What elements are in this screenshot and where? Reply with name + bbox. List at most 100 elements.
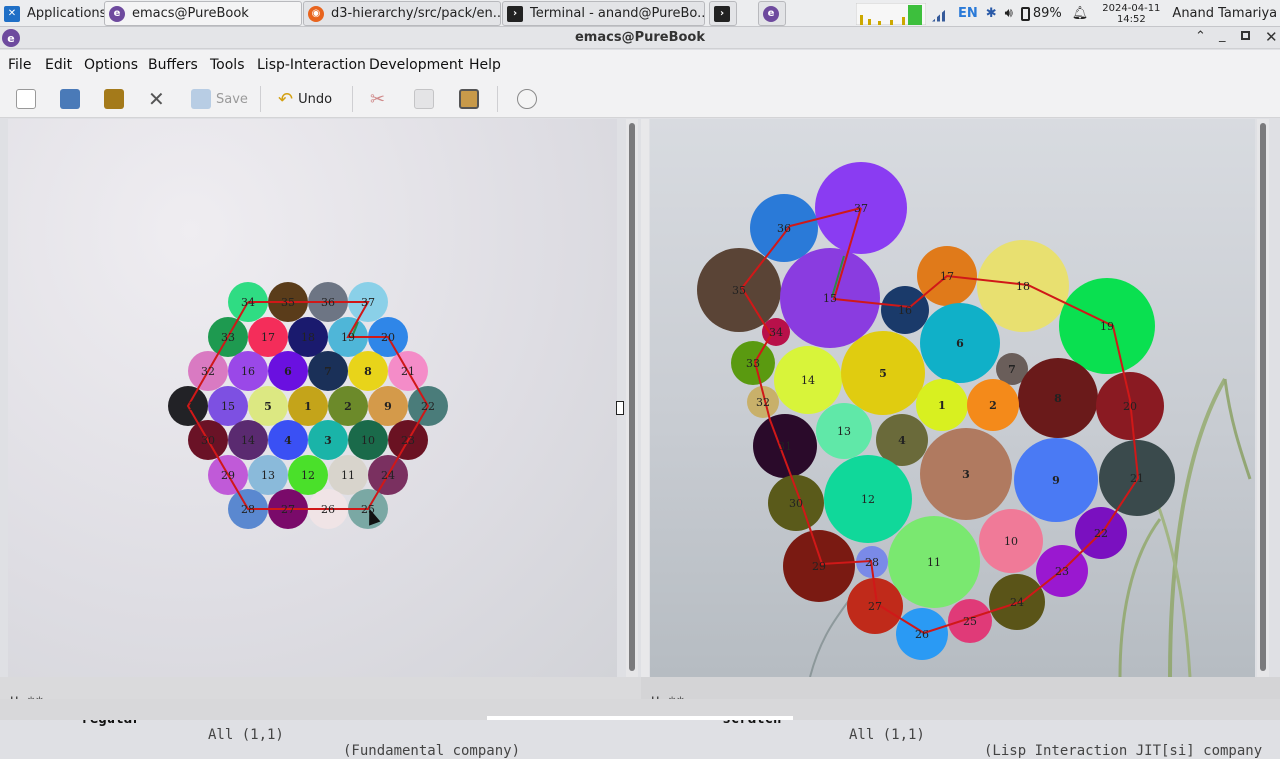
left-node-label: 14 [241, 434, 255, 447]
window-divider [641, 119, 649, 677]
right-node-label: 20 [1123, 400, 1137, 413]
dired-button[interactable] [104, 88, 129, 110]
left-node-label: 23 [401, 434, 415, 447]
user-name[interactable]: Anand Tamariya [1172, 6, 1277, 21]
right-node-label: 6 [956, 337, 964, 350]
left-window[interactable]: 34 35 36 37 33 17 18 19 20 32 16 6 7 8 21 31 15 5 1 2 9 22 30 1… [8, 119, 617, 677]
window-close-icon[interactable]: ✕ [1265, 28, 1278, 46]
left-node-label: 30 [201, 434, 215, 447]
task-label: Terminal - anand@PureBo... [530, 6, 705, 21]
right-modeline-modes[interactable]: (Lisp Interaction JIT[si] company [984, 743, 1262, 759]
battery-percent: 89% [1032, 6, 1062, 21]
right-node-label: 26 [915, 628, 929, 641]
left-node-label: 7 [324, 365, 332, 378]
right-node-label: 13 [837, 425, 851, 438]
right-node-label: 15 [823, 292, 837, 305]
directory-icon [104, 89, 124, 109]
left-node-label: 3 [324, 434, 332, 447]
left-node-label: 34 [241, 296, 255, 309]
applications-menu-button[interactable]: ✕ Applications [0, 1, 104, 26]
menu-options[interactable]: Options [84, 57, 138, 73]
paste-icon [459, 89, 479, 109]
save-icon [191, 89, 211, 109]
keyboard-layout[interactable]: EN [958, 6, 978, 21]
window-split-handle[interactable] [616, 401, 624, 415]
right-node-label: 2 [989, 399, 997, 412]
left-node-label: 17 [261, 331, 275, 344]
right-node-label: 16 [898, 304, 912, 317]
left-node-label: 31 [181, 400, 195, 413]
kill-buffer-button[interactable]: ✕ [148, 87, 165, 111]
open-file-button[interactable] [60, 88, 85, 110]
menu-development[interactable]: Development [369, 57, 463, 73]
save-label: Save [216, 91, 248, 107]
notification-bell-icon[interactable]: 🔔︎ [1072, 6, 1089, 21]
left-node-label: 33 [221, 331, 235, 344]
left-node-label: 24 [381, 469, 395, 482]
tool-bar: ✕ Save ↶ Undo ✂ [0, 80, 1280, 118]
left-node-label: 29 [221, 469, 235, 482]
right-scrollbar[interactable] [1257, 119, 1269, 677]
undo-button[interactable]: ↶ Undo [278, 88, 332, 110]
clock-date: 2024-04-11 [1102, 2, 1161, 14]
copy-button[interactable] [414, 88, 439, 110]
bluetooth-icon[interactable]: ✱ [986, 6, 997, 21]
echo-area[interactable] [0, 699, 1280, 720]
task-emacs[interactable]: e emacs@PureBook [104, 1, 302, 26]
left-node-label: 2 [344, 400, 352, 413]
left-node-label: 4 [284, 434, 292, 447]
right-node-label: 30 [789, 497, 803, 510]
right-node-label: 24 [1010, 596, 1024, 609]
left-node-label: 12 [301, 469, 315, 482]
new-file-button[interactable] [16, 88, 41, 110]
left-node-label: 13 [261, 469, 275, 482]
emacs-launcher-icon: e [763, 5, 779, 22]
save-button[interactable]: Save [191, 88, 248, 110]
left-scrollbar-thumb[interactable] [629, 123, 635, 671]
paste-button[interactable] [459, 88, 484, 110]
left-node-label: 21 [401, 365, 415, 378]
left-node-label: 32 [201, 365, 215, 378]
clock-time: 14:52 [1116, 13, 1146, 25]
left-node-label: 35 [281, 296, 295, 309]
right-scrollbar-thumb[interactable] [1260, 123, 1266, 671]
window-collapse-icon[interactable]: _ [1219, 28, 1226, 43]
search-button[interactable] [517, 88, 542, 110]
right-node-label: 8 [1054, 392, 1062, 405]
left-scrollbar[interactable] [626, 119, 638, 677]
left-node-label: 26 [321, 503, 335, 516]
left-mode-line[interactable]: U:**- *regular* All (1,1) (Fundamental c… [0, 677, 641, 759]
left-node-label: 9 [384, 400, 392, 413]
right-window[interactable]: 37 36 35 34 15 16 17 18 19 33 32 14 5 6 7 8 20 1 2 13 4 31 3 9 2… [650, 119, 1255, 677]
menu-edit[interactable]: Edit [45, 57, 72, 73]
right-node-label: 23 [1055, 565, 1069, 578]
left-node-label: 6 [284, 365, 292, 378]
menu-tools[interactable]: Tools [210, 57, 245, 73]
left-circle-pack: 34 35 36 3733 17 18 19 2032 16 6 7 8 2131 15 5 1 2 9 2230 1… [168, 282, 448, 529]
cut-button[interactable]: ✂ [370, 88, 385, 110]
clock[interactable]: 2024-04-11 14:52 [1102, 3, 1160, 25]
left-node-label: 19 [341, 331, 355, 344]
network-icon[interactable] [932, 5, 950, 22]
battery-icon[interactable] [1020, 6, 1030, 21]
task-firefox[interactable]: ◉ d3-hierarchy/src/pack/en... [303, 1, 501, 26]
right-node-label: 31 [778, 440, 792, 453]
menu-file[interactable]: File [8, 57, 31, 73]
left-node-label: 11 [341, 469, 355, 482]
launcher-terminal[interactable]: › [709, 1, 737, 26]
copy-icon [414, 89, 434, 109]
volume-icon[interactable]: 🔊︎ [1005, 6, 1013, 21]
window-maximize-icon[interactable] [1241, 31, 1250, 40]
window-minimize-icon[interactable]: ⌃ [1195, 29, 1206, 44]
right-mode-line[interactable]: U:**- *scratch* All (1,1) (Lisp Interact… [641, 677, 1280, 759]
task-terminal[interactable]: › Terminal - anand@PureBo... [502, 1, 705, 26]
left-modeline-modes[interactable]: (Fundamental company) [343, 743, 520, 759]
open-folder-icon [60, 89, 80, 109]
taskbar: ✕ Applications e emacs@PureBook ◉ d3-hie… [0, 0, 1280, 27]
menu-buffers[interactable]: Buffers [148, 57, 198, 73]
menu-help[interactable]: Help [469, 57, 501, 73]
launcher-emacs[interactable]: e [758, 1, 786, 26]
right-node-label: 37 [854, 202, 868, 215]
cpu-graph-icon [856, 2, 926, 25]
menu-lisp-interaction[interactable]: Lisp-Interaction [257, 57, 366, 73]
